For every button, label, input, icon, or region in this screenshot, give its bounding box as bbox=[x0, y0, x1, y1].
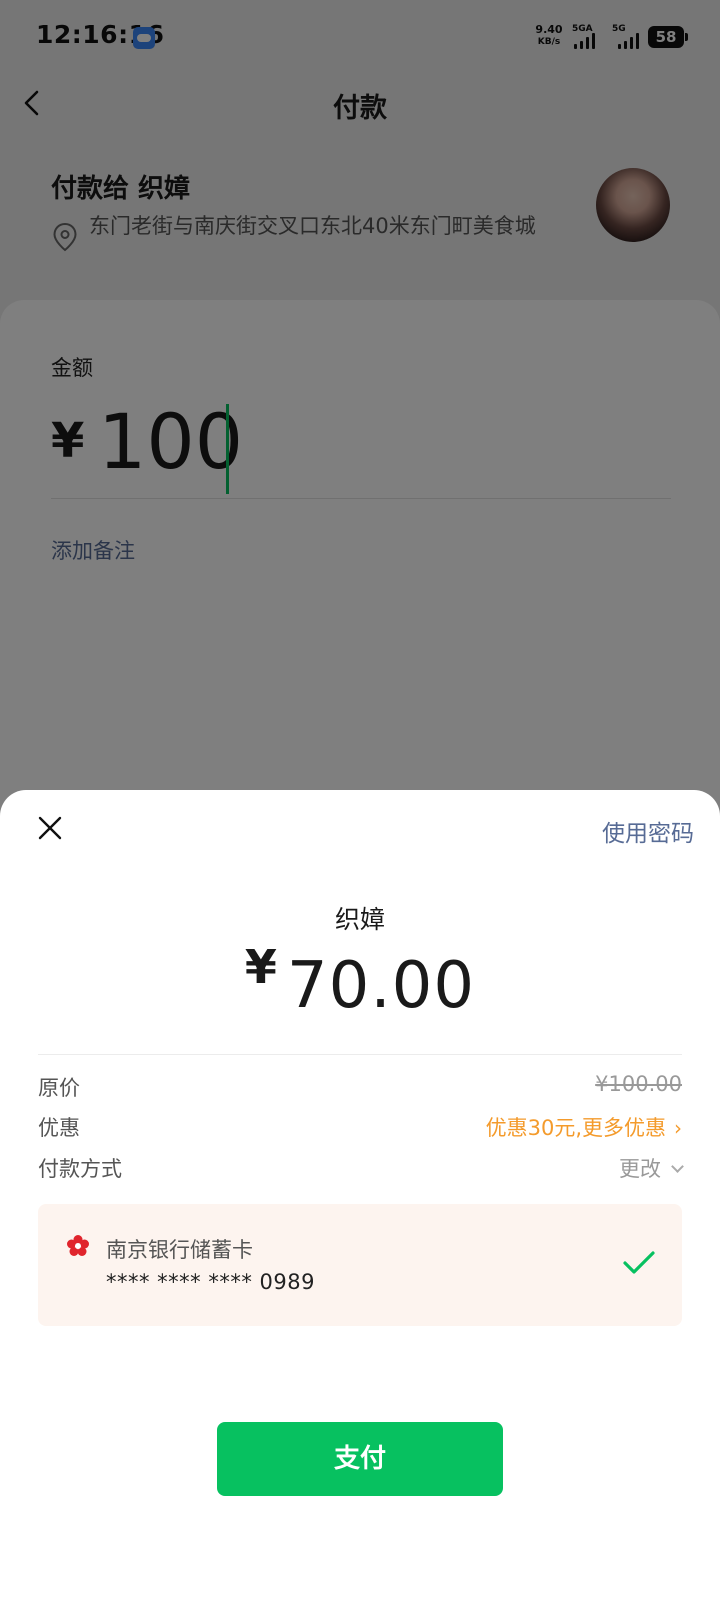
chevron-down-icon bbox=[671, 1160, 684, 1173]
change-method-label: 更改 bbox=[619, 1157, 661, 1181]
use-password-link[interactable]: 使用密码 bbox=[602, 814, 694, 848]
pay-button[interactable]: 支付 bbox=[217, 1422, 503, 1496]
card-number: **** **** **** 0989 bbox=[106, 1270, 315, 1294]
original-price-label: 原价 bbox=[38, 1076, 80, 1100]
discount-value: 优惠30元,更多优惠 bbox=[485, 1116, 666, 1140]
close-icon[interactable] bbox=[34, 812, 66, 844]
sheet-divider bbox=[38, 1054, 682, 1055]
pay-amount: ¥70.00 bbox=[0, 940, 720, 1023]
payment-card-option[interactable]: 南京银行储蓄卡 **** **** **** 0989 bbox=[38, 1204, 682, 1326]
checkmark-icon bbox=[623, 1251, 655, 1274]
bank-name: 南京银行储蓄卡 bbox=[106, 1238, 253, 1262]
discount-label: 优惠 bbox=[38, 1116, 80, 1140]
payment-method-label: 付款方式 bbox=[38, 1157, 122, 1181]
chevron-right-icon: › bbox=[674, 1116, 682, 1140]
original-price-value: ¥100.00 bbox=[595, 1072, 682, 1096]
bank-logo-icon bbox=[67, 1235, 89, 1256]
discount-link[interactable]: 优惠30元,更多优惠 › bbox=[486, 1112, 682, 1142]
payment-sheet: 使用密码 织嫜 ¥70.00 原价 ¥100.00 优惠 优惠30元,更多优惠 ›… bbox=[0, 790, 720, 1600]
change-method-button[interactable]: 更改 bbox=[619, 1153, 684, 1183]
pay-currency: ¥ bbox=[244, 940, 277, 994]
pay-amount-value: 70.00 bbox=[286, 949, 476, 1023]
sheet-payee-name: 织嫜 bbox=[334, 905, 385, 934]
